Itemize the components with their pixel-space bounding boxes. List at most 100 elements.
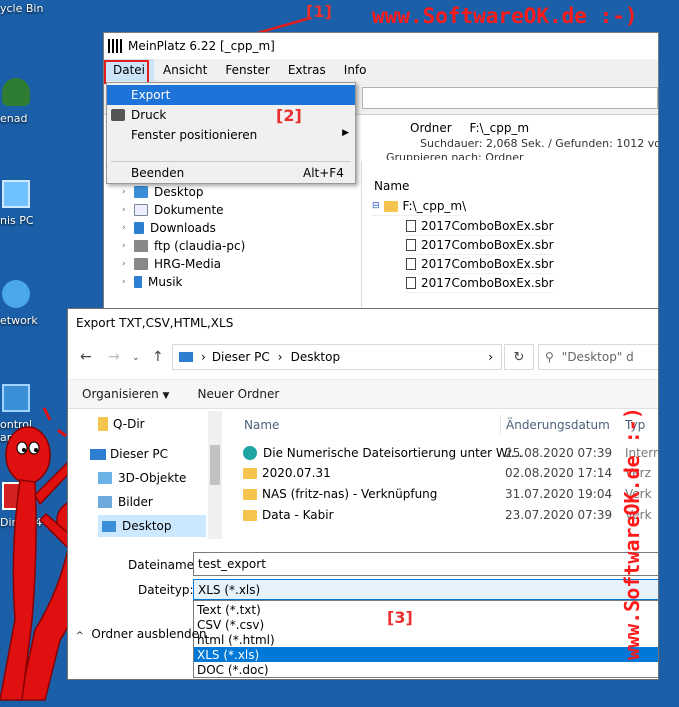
list-item[interactable]: 2017ComboBoxEx.sbr [406,217,554,236]
address-row: ← → ⌄ ↑ › Dieser PC › Desktop › ↻ ⚲ "Des… [68,339,658,375]
menu-item-export[interactable]: Export [107,85,355,105]
menu-fenster[interactable]: Fenster [216,59,279,81]
tree-item[interactable]: › Desktop [122,183,204,201]
refresh-button[interactable]: ↻ [504,344,534,370]
breadcrumb-item[interactable]: Desktop [291,350,341,364]
file-row[interactable]: NAS (fritz-nas) - Verknüpfung 31.07.2020… [243,484,652,504]
file-date: 25.08.2020 07:39 [505,446,613,460]
list-header-name[interactable]: Name [374,179,409,193]
music-icon [134,276,142,288]
info-partial: Suchdauer: 2,068 Sek. / Gefunden: 1012 v… [420,137,659,149]
chevron-right-icon: › [488,350,493,364]
filetype-option[interactable]: DOC (*.doc) [194,662,658,677]
dropdown-arrow-icon: ▼ [162,391,170,401]
nav-scrollbar[interactable] [208,411,222,539]
tree-label: Dokumente [154,203,224,217]
desktop-icon-recycle-bin[interactable]: ycle Bin [0,2,60,15]
back-arrow-icon[interactable]: ← [80,349,92,365]
nav-item-desktop[interactable]: Desktop [98,515,206,537]
organize-button[interactable]: Organisieren ▼ [68,387,183,401]
menu-separator [111,161,351,162]
forward-arrow-icon[interactable]: → [108,349,120,365]
nav-item-qdir[interactable]: Q-Dir [98,413,145,435]
pc-icon [90,448,106,460]
file-icon [406,220,416,232]
menu-item-beenden[interactable]: Beenden Alt+F4 [107,163,355,183]
filename-input[interactable]: test_export [193,552,658,576]
list-item[interactable]: ⊟ F:\_cpp_m\ [372,197,467,216]
list-label: F:\_cpp_m\ [402,199,467,213]
nav-label: Bilder [118,495,153,509]
filetype-option[interactable]: CSV (*.csv) [194,617,658,632]
tree-label: Musik [148,275,183,289]
list-label: 2017ComboBoxEx.sbr [421,257,554,271]
menu-item-druck[interactable]: Druck [107,105,355,125]
menu-item-label: Druck [131,108,167,122]
tree-item[interactable]: › Musik [122,273,183,291]
app-icon [108,39,122,53]
nav-item-this-pc[interactable]: Dieser PC [90,443,168,465]
app-path-field[interactable] [362,87,658,109]
filetype-option-selected[interactable]: XLS (*.xls) [194,647,658,662]
desktop-icon-label: enad [0,112,28,125]
tree-item[interactable]: › Dokumente [122,201,224,219]
tree-label: Desktop [154,185,204,199]
desktop-icon-this-pc[interactable]: nis PC [0,180,60,227]
refresh-icon: ↻ [513,349,525,365]
list-item[interactable]: 2017ComboBoxEx.sbr [406,255,554,274]
pc-icon [179,352,193,362]
folder-icon [383,200,398,212]
tree-item[interactable]: › Downloads [122,219,216,237]
file-row[interactable]: Data - Kabir 23.07.2020 07:39 Verk [243,505,652,525]
documents-icon [134,204,148,216]
app-title: MeinPlatz 6.22 [_cpp_m] [128,39,275,53]
desktop-icon-network[interactable]: etwork [0,280,60,327]
menu-item-label: Fenster positionieren [131,128,258,142]
chevron-right-icon: › [201,350,206,364]
list-item[interactable]: 2017ComboBoxEx.sbr [406,236,554,255]
desktop-icon-label: ycle Bin [0,2,44,15]
file-date: 23.07.2020 07:39 [505,508,613,522]
menu-extras[interactable]: Extras [279,59,335,81]
column-header-date[interactable]: Änderungsdatum [506,415,610,435]
computer-icon [2,180,30,208]
search-input[interactable]: ⚲ "Desktop" d [538,344,658,370]
menu-info[interactable]: Info [335,59,376,81]
filetype-option[interactable]: html (*.html) [194,632,658,647]
navigation-pane: Q-Dir Dieser PC 3D-Objekte Bilder Deskto… [68,411,226,539]
menu-ansicht[interactable]: Ansicht [154,59,216,81]
list-item[interactable]: 2017ComboBoxEx.sbr [406,274,554,293]
menu-item-label: Beenden [131,166,185,180]
file-row[interactable]: 2020.07.31 02.08.2020 17:14 Verz [243,463,651,483]
tree-item[interactable]: › HRG-Media [122,255,221,273]
tree-item[interactable]: › ftp (claudia-pc) [122,237,245,255]
nav-item-3d-objects[interactable]: 3D-Objekte [98,467,186,489]
scrollbar-thumb[interactable] [210,445,220,485]
nav-item-pictures[interactable]: Bilder [98,491,153,513]
recent-chevron-icon[interactable]: ⌄ [132,353,140,363]
address-bar[interactable]: › Dieser PC › Desktop › [172,344,502,370]
up-arrow-icon[interactable]: ↑ [152,349,164,365]
network-drive-icon [134,240,148,252]
file-row[interactable]: Die Numerische Dateisortierung unter Wi.… [243,443,658,463]
file-menu: Export Druck Fenster positionieren ▶ Bee… [106,82,356,184]
app-menubar: Datei Ansicht Fenster Extras Info [104,59,658,81]
pictures-icon [98,496,112,508]
search-icon: ⚲ [545,350,554,364]
file-icon [406,277,416,289]
annotation-box-datei [104,60,149,84]
new-folder-button[interactable]: Neuer Ordner [183,387,293,401]
menu-item-fenster-positionieren[interactable]: Fenster positionieren ▶ [107,125,355,145]
dialog-title: Export TXT,CSV,HTML,XLS [76,316,234,330]
breadcrumb-item[interactable]: Dieser PC [212,350,270,364]
filetype-option[interactable]: Text (*.txt) [194,602,658,617]
list-label: 2017ComboBoxEx.sbr [421,276,554,290]
shortcut-folder-icon [243,509,257,521]
column-header-name[interactable]: Name [244,415,279,435]
hide-folders-toggle[interactable]: ^ Ordner ausblenden [76,627,207,641]
nav-label: Q-Dir [113,417,145,431]
filetype-select[interactable]: XLS (*.xls) [193,579,658,600]
file-icon [406,258,416,270]
chevron-up-icon: ^ [76,631,84,641]
desktop-icon-user[interactable]: enad [0,78,60,125]
